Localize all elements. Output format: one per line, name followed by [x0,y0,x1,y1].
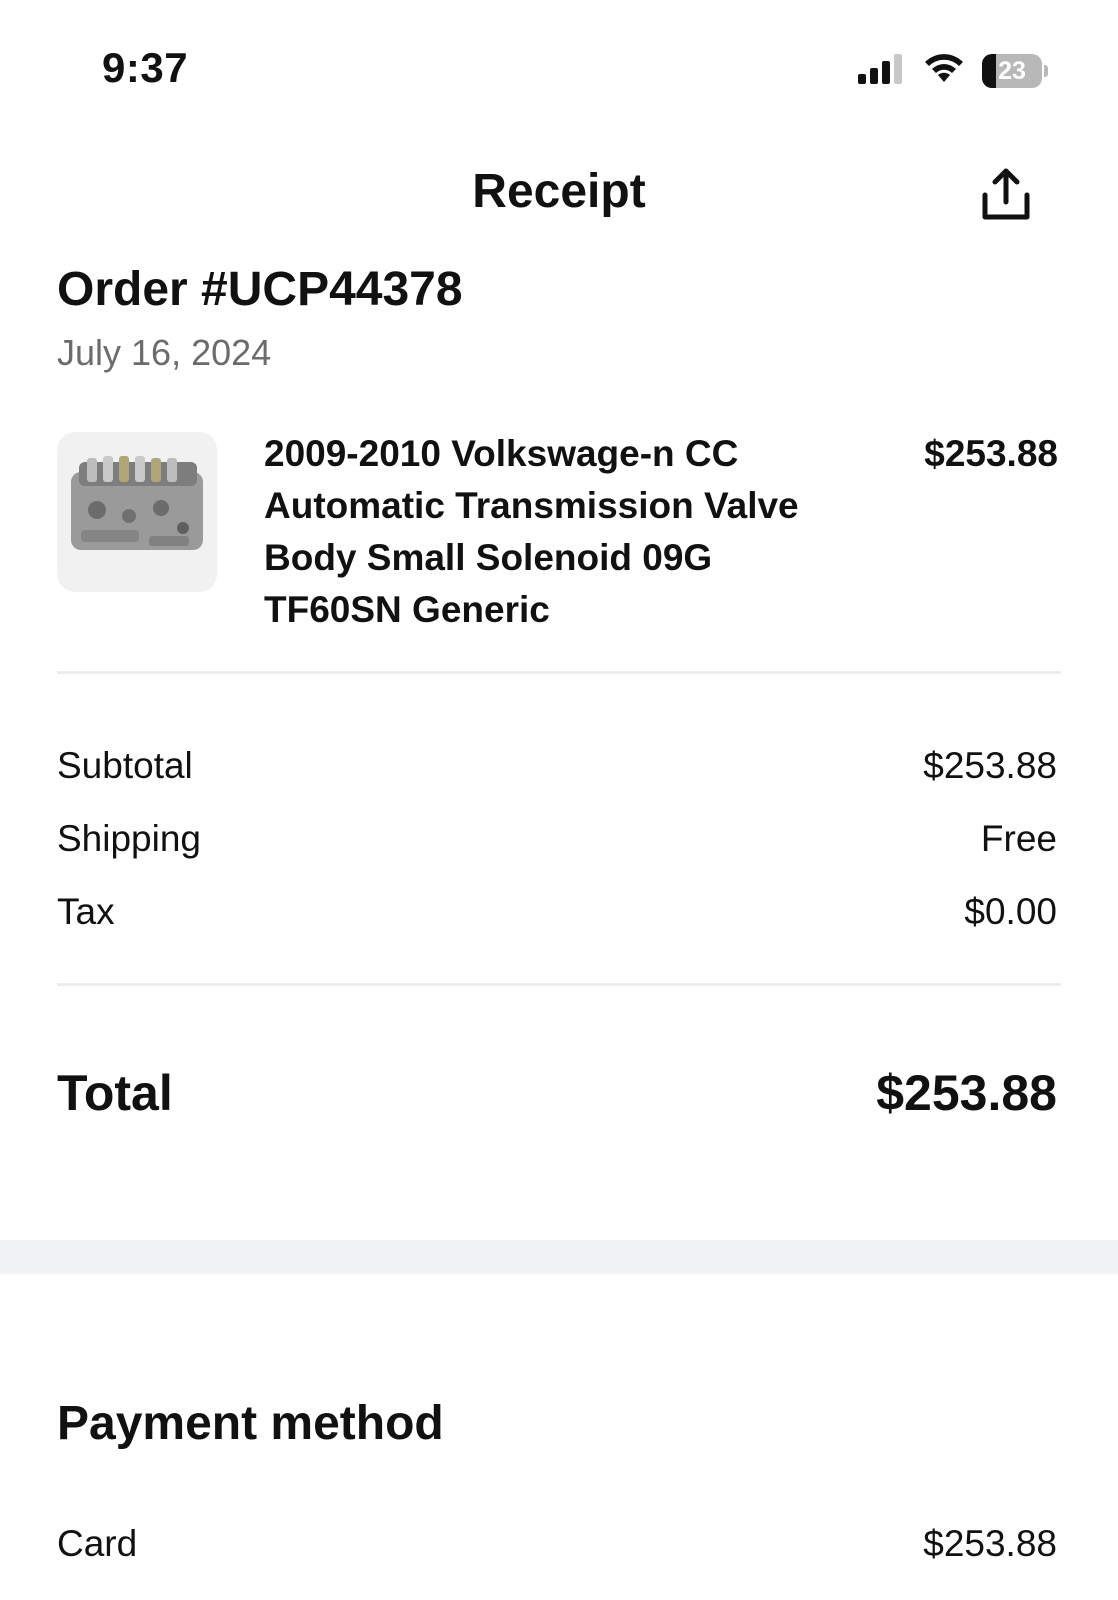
product-name[interactable]: 2009-2010 Volkswage-n CC Automatic Trans… [264,428,844,636]
shipping-row: Shipping Free [57,814,1061,864]
divider [57,983,1061,986]
wifi-icon [922,52,966,89]
total-label: Total [57,1065,173,1121]
divider [57,671,1061,674]
product-price: $253.88 [924,433,1058,474]
status-bar: 9:37 23 [0,0,1118,130]
status-icons: 23 [858,52,1048,89]
subtotal-label: Subtotal [57,745,193,786]
payment-method-title: Payment method [57,1397,444,1450]
share-icon [978,166,1034,227]
product-image[interactable] [57,432,217,592]
cellular-signal-icon [858,52,906,89]
shipping-label: Shipping [57,818,202,859]
payment-method-amount: $253.88 [923,1523,1057,1564]
total-row: Total $253.88 [57,1058,1061,1128]
order-date: July 16, 2024 [57,332,272,373]
share-button[interactable] [976,166,1036,226]
total-value: $253.88 [876,1065,1057,1121]
tax-row: Tax $0.00 [57,887,1061,937]
payment-method-label: Card [57,1523,138,1564]
payment-method-row: Card $253.88 [57,1518,1061,1570]
subtotal-value: $253.88 [923,745,1057,786]
order-number: Order #UCP44378 [57,263,463,316]
subtotal-row: Subtotal $253.88 [57,741,1061,791]
page-title: Receipt [472,165,646,218]
tax-label: Tax [57,891,115,932]
battery-icon: 23 [982,53,1048,88]
section-separator [0,1240,1118,1274]
status-time: 9:37 [102,44,189,91]
shipping-value: Free [980,818,1057,859]
tax-value: $0.00 [964,891,1057,932]
battery-level: 23 [998,56,1026,85]
